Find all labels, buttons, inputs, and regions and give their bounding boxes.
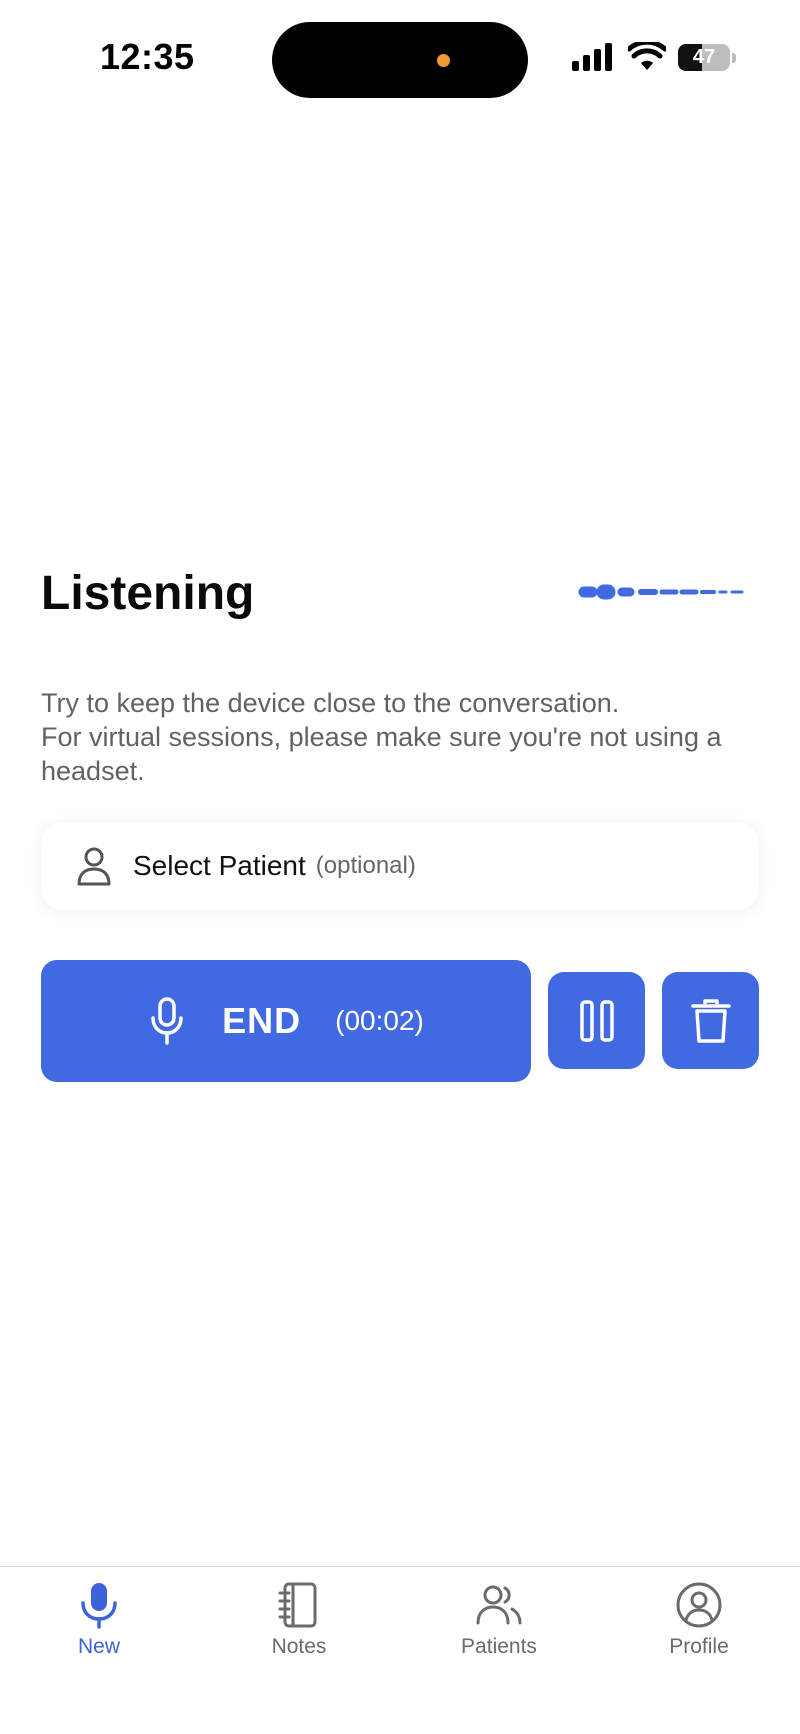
recording-indicator-dot <box>437 54 450 67</box>
microphone-icon <box>151 997 183 1045</box>
profile-icon <box>676 1582 722 1628</box>
tab-new[interactable]: New <box>19 1581 179 1681</box>
tab-bar: New Notes Patients Profile <box>0 1566 800 1734</box>
tab-notes-label: Notes <box>271 1635 327 1658</box>
battery-level: 47 <box>692 46 716 68</box>
audio-level-icon <box>578 584 744 600</box>
tab-patients-label: Patients <box>461 1635 537 1658</box>
recording-screen: 12:35 47 Listening Try to keep the devic… <box>0 0 800 1734</box>
instructions-text: Try to keep the device close to the conv… <box>41 686 771 788</box>
pause-button[interactable] <box>548 972 645 1069</box>
battery-cap <box>732 53 736 63</box>
wifi-icon <box>628 42 666 70</box>
tab-profile[interactable]: Profile <box>619 1581 779 1681</box>
page-title: Listening <box>41 567 255 620</box>
select-patient-label: Select Patient <box>133 850 306 881</box>
select-patient-button[interactable]: Select Patient (optional) <box>41 822 759 910</box>
person-icon <box>77 847 111 886</box>
end-label: END <box>222 1000 302 1041</box>
people-icon <box>476 1585 522 1625</box>
delete-recording-button[interactable] <box>662 972 759 1069</box>
tab-patients[interactable]: Patients <box>419 1581 579 1681</box>
instructions-line-1: Try to keep the device close to the conv… <box>41 688 620 718</box>
recording-timer: (00:02) <box>335 1005 424 1036</box>
end-recording-button[interactable]: END (00:02) <box>41 960 531 1082</box>
optional-hint: (optional) <box>315 852 416 879</box>
dynamic-island <box>272 22 528 98</box>
tab-new-label: New <box>77 1635 120 1658</box>
notebook-icon <box>278 1582 317 1628</box>
pause-icon <box>579 999 614 1042</box>
trash-icon <box>690 998 731 1043</box>
tab-notes[interactable]: Notes <box>219 1581 379 1681</box>
battery-icon: 47 <box>678 44 730 71</box>
tab-profile-label: Profile <box>669 1635 729 1658</box>
status-time: 12:35 <box>100 36 195 77</box>
cellular-signal-icon <box>572 43 612 71</box>
instructions-line-2: For virtual sessions, please make sure y… <box>41 722 722 786</box>
microphone-icon <box>81 1583 117 1629</box>
